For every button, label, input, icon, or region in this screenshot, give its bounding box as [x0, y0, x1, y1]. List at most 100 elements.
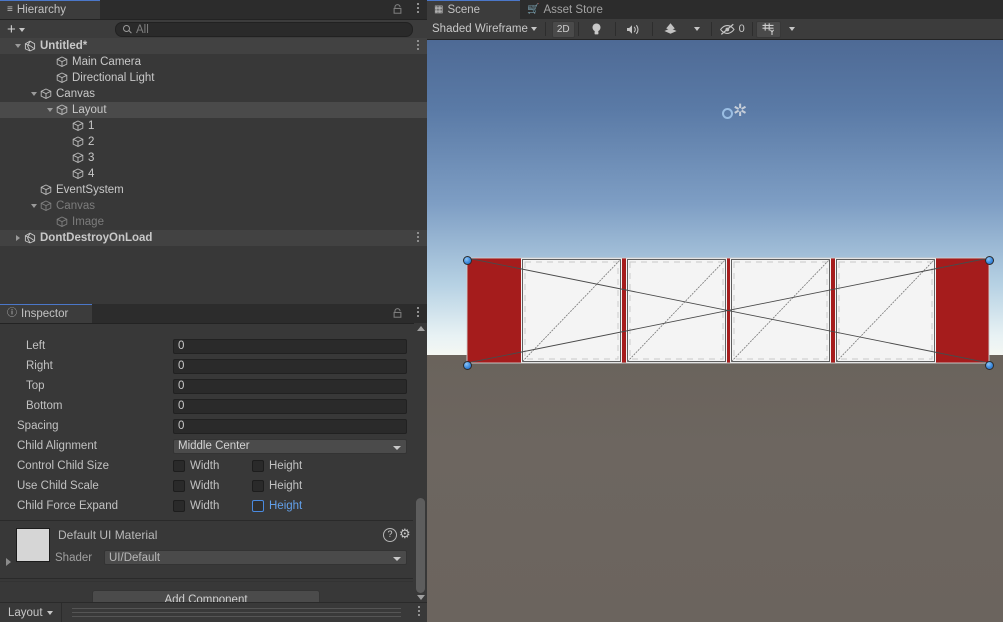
field-label-bottom: Bottom	[26, 400, 63, 412]
child-alignment-dropdown[interactable]: Middle Center	[173, 438, 407, 454]
draw-mode-dropdown[interactable]: Shaded Wireframe	[427, 21, 542, 38]
grid-icon: ▦	[434, 4, 444, 15]
hierarchy-row-main-camera[interactable]: Main Camera	[0, 54, 427, 70]
chevron-down-icon	[18, 27, 25, 32]
shader-dropdown[interactable]: UI/Default	[104, 550, 407, 565]
lighting-toggle-button[interactable]	[582, 21, 612, 38]
status-menu-icon[interactable]	[411, 603, 427, 622]
plus-icon: +	[7, 20, 16, 38]
tab-hierarchy[interactable]: ≡ Hierarchy	[0, 0, 100, 19]
field-input-bottom[interactable]: 0	[173, 398, 407, 414]
effects-toggle-button[interactable]	[656, 21, 686, 38]
speaker-icon	[627, 24, 639, 34]
audio-toggle-button[interactable]	[619, 21, 649, 38]
lock-icon[interactable]	[392, 307, 403, 319]
layout-dropdown-button[interactable]: Layout	[0, 603, 62, 622]
control-child-size-height[interactable]: Height	[252, 460, 302, 472]
control-child-size-width[interactable]: Width	[173, 460, 219, 472]
field-input-left[interactable]: 0	[173, 338, 407, 354]
tab-scene[interactable]: ▦ Scene	[427, 0, 520, 19]
scene-viewport[interactable]: ✲	[427, 40, 1003, 622]
hierarchy-row-canvas[interactable]: Canvas	[0, 198, 427, 214]
hierarchy-row-2[interactable]: 2	[0, 134, 427, 150]
question-mark-icon[interactable]: ?	[383, 528, 397, 542]
row-menu-icon[interactable]	[416, 231, 419, 245]
field-input-right[interactable]: 0	[173, 358, 407, 374]
hierarchy-tree[interactable]: Untitled* Main Camera Directional Light Can…	[0, 38, 427, 304]
scene-visibility-button[interactable]: 0	[715, 21, 749, 38]
use-child-scale-width[interactable]: Width	[173, 480, 219, 492]
chevron-down-icon	[788, 27, 795, 31]
gear-icon[interactable]: ⚙	[399, 527, 411, 540]
child-force-expand-width[interactable]: Width	[173, 500, 219, 512]
create-button[interactable]: +	[4, 21, 28, 38]
field-input-spacing[interactable]: 0	[173, 418, 407, 434]
tab-asset-store[interactable]: 🛒 Asset Store	[520, 0, 638, 19]
resize-handle-3[interactable]	[462, 360, 472, 370]
collapse-arrow-icon[interactable]	[44, 108, 55, 112]
hierarchy-row-3[interactable]: 3	[0, 150, 427, 166]
hierarchy-row-untitled-[interactable]: Untitled*	[0, 38, 427, 54]
hierarchy-row-4[interactable]: 4	[0, 166, 427, 182]
row-menu-icon[interactable]	[416, 39, 419, 53]
collapse-arrow-icon[interactable]	[28, 92, 39, 96]
shader-value: UI/Default	[109, 551, 161, 564]
checkbox[interactable]	[173, 480, 185, 492]
toggle-2d-button[interactable]: 2D	[551, 20, 575, 38]
hierarchy-menu-icon[interactable]	[416, 3, 420, 16]
checkbox[interactable]	[173, 500, 185, 512]
move-tool-gizmo-icon[interactable]: ✲	[733, 102, 747, 119]
gameobject-icon	[39, 184, 53, 196]
search-placeholder: All	[136, 23, 149, 36]
field-input-top[interactable]: 0	[173, 378, 407, 394]
scene-toolbar: Shaded Wireframe 2D 0	[427, 19, 1003, 40]
search-input[interactable]: All	[115, 22, 413, 37]
inspector-menu-icon[interactable]	[416, 307, 420, 320]
chevron-down-icon	[46, 610, 53, 615]
checkbox[interactable]	[252, 500, 264, 512]
collapse-arrow-icon[interactable]	[12, 44, 23, 48]
selection-wireframe	[466, 257, 990, 364]
hierarchy-row-label: Main Camera	[72, 56, 142, 68]
checkbox[interactable]	[252, 480, 264, 492]
checkbox[interactable]	[173, 460, 185, 472]
use-child-scale-height[interactable]: Height	[252, 480, 302, 492]
lock-icon[interactable]	[392, 3, 403, 15]
material-expand-arrow-icon[interactable]	[6, 558, 11, 566]
child-alignment-value: Middle Center	[178, 440, 250, 452]
hierarchy-row-label: EventSystem	[56, 184, 124, 196]
hierarchy-row-dontdestroyonload[interactable]: DontDestroyOnLoad	[0, 230, 427, 246]
hierarchy-row-layout[interactable]: Layout	[0, 102, 427, 118]
collapse-arrow-icon[interactable]	[28, 204, 39, 208]
divider	[0, 581, 413, 582]
tab-inspector[interactable]: ⓘ Inspector	[0, 304, 92, 323]
hierarchy-row-image[interactable]: Image	[0, 214, 427, 230]
resize-handle-4[interactable]	[984, 360, 994, 370]
gizmos-toggle-button[interactable]	[755, 20, 781, 38]
gizmos-dropdown[interactable]	[781, 21, 803, 38]
resize-handle-1[interactable]	[462, 255, 472, 265]
hierarchy-row-canvas[interactable]: Canvas	[0, 86, 427, 102]
hierarchy-tabstrip: ≡ Hierarchy	[0, 0, 427, 20]
scroll-down-icon[interactable]	[416, 595, 425, 600]
divider	[0, 520, 413, 521]
search-icon	[123, 25, 132, 34]
hierarchy-row-eventsystem[interactable]: EventSystem	[0, 182, 427, 198]
material-preview-swatch[interactable]	[16, 528, 50, 562]
effects-dropdown[interactable]	[686, 21, 708, 38]
child-force-expand-height[interactable]: Height	[252, 500, 302, 512]
scrollbar-thumb[interactable]	[416, 498, 425, 593]
inspector-tabstrip: ⓘ Inspector	[0, 304, 427, 324]
resize-handle-2[interactable]	[984, 255, 994, 265]
expand-arrow-icon[interactable]	[12, 235, 23, 241]
checkbox-label: Height	[269, 480, 303, 492]
hierarchy-row-directional-light[interactable]: Directional Light	[0, 70, 427, 86]
pivot-handle[interactable]	[722, 108, 733, 119]
field-row-control-child-size: Control Child Size Width Height	[0, 456, 413, 476]
checkbox[interactable]	[252, 460, 264, 472]
ground-plane	[427, 355, 1003, 622]
inspector-scrollbar[interactable]	[414, 323, 427, 603]
field-row-use-child-scale: Use Child Scale Width Height	[0, 476, 413, 496]
hierarchy-row-1[interactable]: 1	[0, 118, 427, 134]
scroll-up-icon[interactable]	[416, 326, 425, 331]
